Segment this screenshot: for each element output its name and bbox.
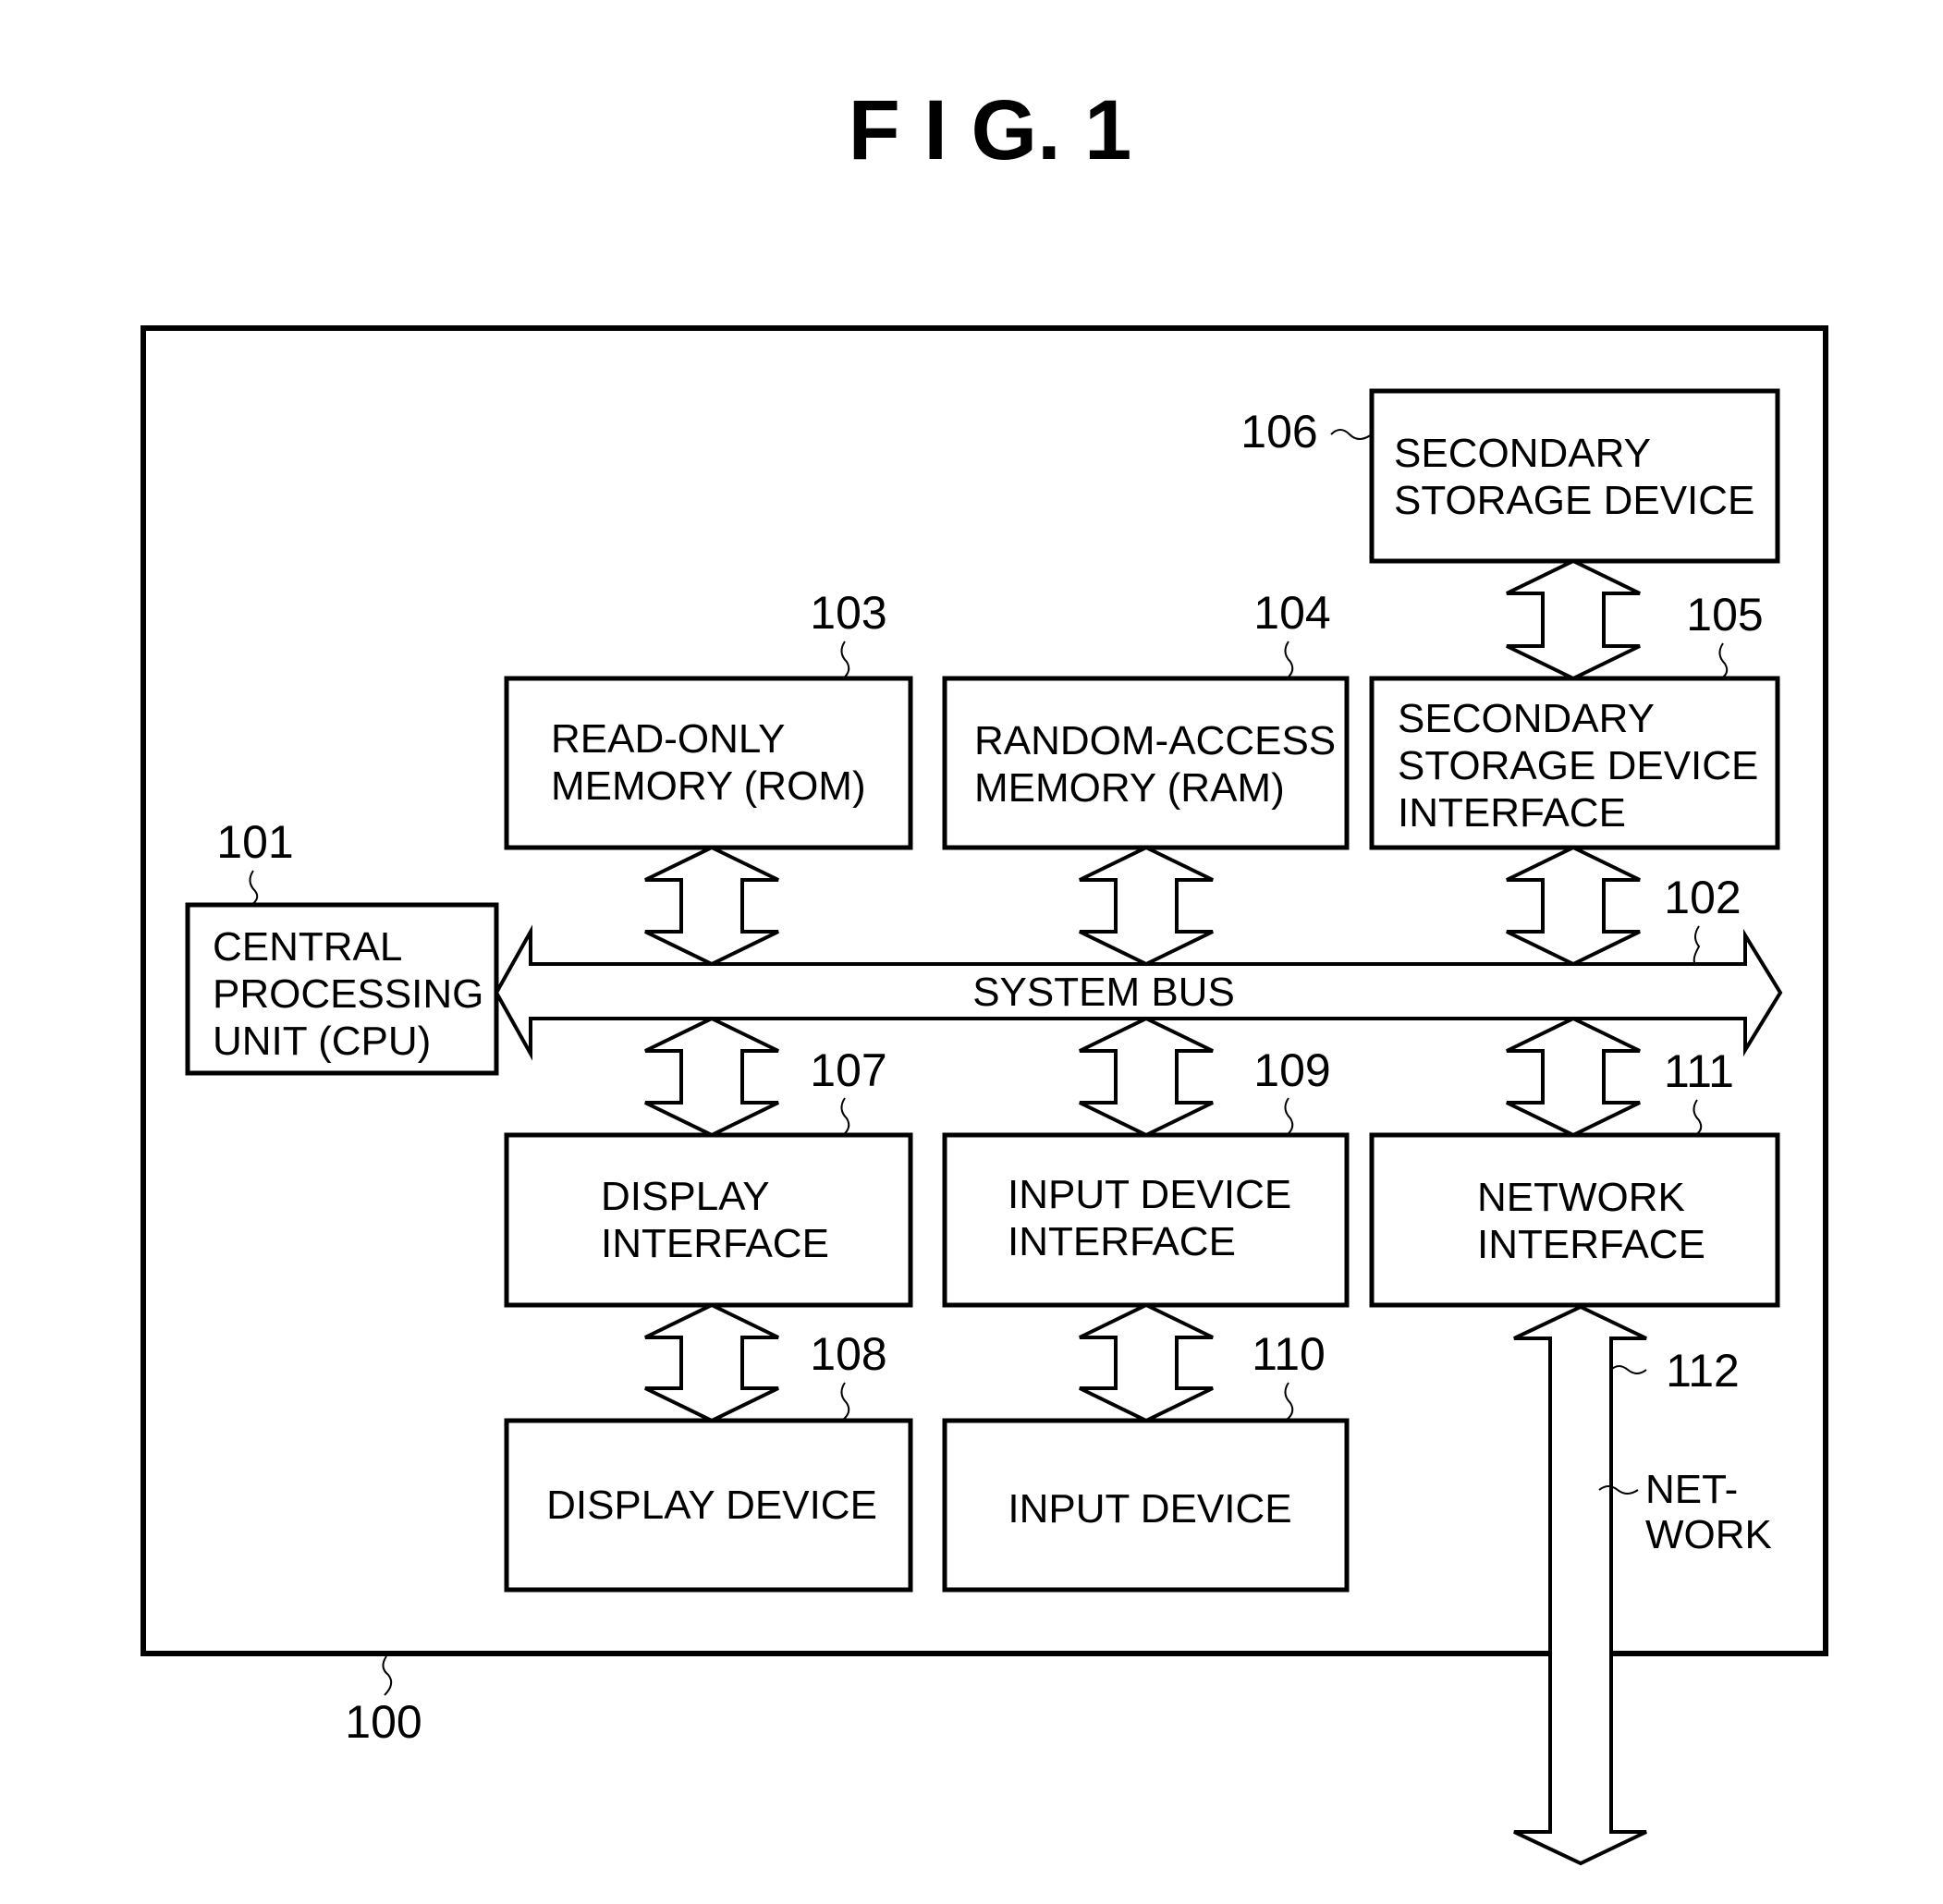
input-device-block: INPUT DEVICE — [942, 1418, 1350, 1593]
network-interface-ref-label: 111 — [1664, 1045, 1734, 1097]
figure-title: F I G. 1 — [849, 83, 1132, 177]
secondary-storage-device-block: SECONDARY STORAGE DEVICE — [1369, 388, 1780, 564]
block-diagram: F I G. 1 100 SECONDARY STORAGE DEVICE 10… — [141, 83, 1828, 1866]
ram-block: RANDOM-ACCESS MEMORY (RAM) — [942, 676, 1350, 850]
display-device-ref-leader — [840, 1382, 850, 1421]
cpu-ref-label: 101 — [216, 816, 293, 868]
ram-ref-label: 104 — [1253, 587, 1330, 639]
ssd-interface-ref-label: 105 — [1686, 589, 1763, 641]
input-device-link-arrow — [1079, 1302, 1214, 1423]
system-bus-ref-leader — [1692, 925, 1745, 965]
network-ref-leader — [1610, 1365, 1647, 1374]
input-interface-block: INPUT DEVICE INTERFACE — [942, 1132, 1350, 1308]
network-interface-bus-arrow — [1506, 1016, 1641, 1138]
network-interface-block: NETWORK INTERFACE — [1369, 1132, 1780, 1308]
system-bus-label: SYSTEM BUS — [972, 970, 1235, 1015]
ssd-interface-ref-leader — [1718, 642, 1729, 679]
ssd-ref-label: 106 — [1240, 406, 1317, 458]
cpu-block: CENTRAL PROCESSING UNIT (CPU) — [185, 902, 499, 1076]
input-device-text: INPUT DEVICE — [1008, 1486, 1291, 1532]
rom-ref-label: 103 — [810, 587, 886, 639]
ram-ref-leader — [1284, 641, 1294, 679]
system-ref-label: 100 — [345, 1696, 422, 1748]
input-interface-bus-arrow — [1079, 1016, 1214, 1138]
display-device-text: DISPLAY DEVICE — [546, 1483, 877, 1528]
system-ref-leader — [382, 1655, 393, 1696]
system-bus-ref-label: 102 — [1664, 872, 1741, 923]
network-ref-label: 112 — [1666, 1345, 1740, 1397]
rom-bus-arrow — [644, 845, 779, 967]
display-device-block: DISPLAY DEVICE — [504, 1418, 913, 1593]
rom-ref-leader — [840, 641, 850, 679]
display-interface-ref-leader — [840, 1097, 850, 1136]
ssd-link-arrow — [1506, 558, 1641, 681]
network-connection-arrow — [1513, 1304, 1647, 1866]
display-interface-block: DISPLAY INTERFACE — [504, 1132, 913, 1308]
rom-block: READ-ONLY MEMORY (ROM) — [504, 676, 913, 850]
display-interface-bus-arrow — [644, 1016, 779, 1138]
input-device-ref-label: 110 — [1252, 1328, 1326, 1380]
cpu-ref-leader — [249, 870, 259, 906]
display-device-link-arrow — [644, 1302, 779, 1423]
display-device-ref-label: 108 — [810, 1328, 886, 1380]
ram-bus-arrow — [1079, 845, 1214, 967]
network-label: NET- WORK — [1645, 1467, 1772, 1557]
network-interface-ref-leader — [1692, 1099, 1703, 1136]
display-interface-ref-label: 107 — [810, 1044, 886, 1096]
input-interface-ref-leader — [1284, 1097, 1294, 1136]
ssd-interface-bus-arrow — [1506, 845, 1641, 967]
ssd-interface-block: SECONDARY STORAGE DEVICE INTERFACE — [1369, 676, 1780, 850]
input-device-ref-leader — [1284, 1382, 1294, 1421]
ssd-ref-leader — [1330, 429, 1373, 440]
input-interface-ref-label: 109 — [1253, 1044, 1330, 1096]
